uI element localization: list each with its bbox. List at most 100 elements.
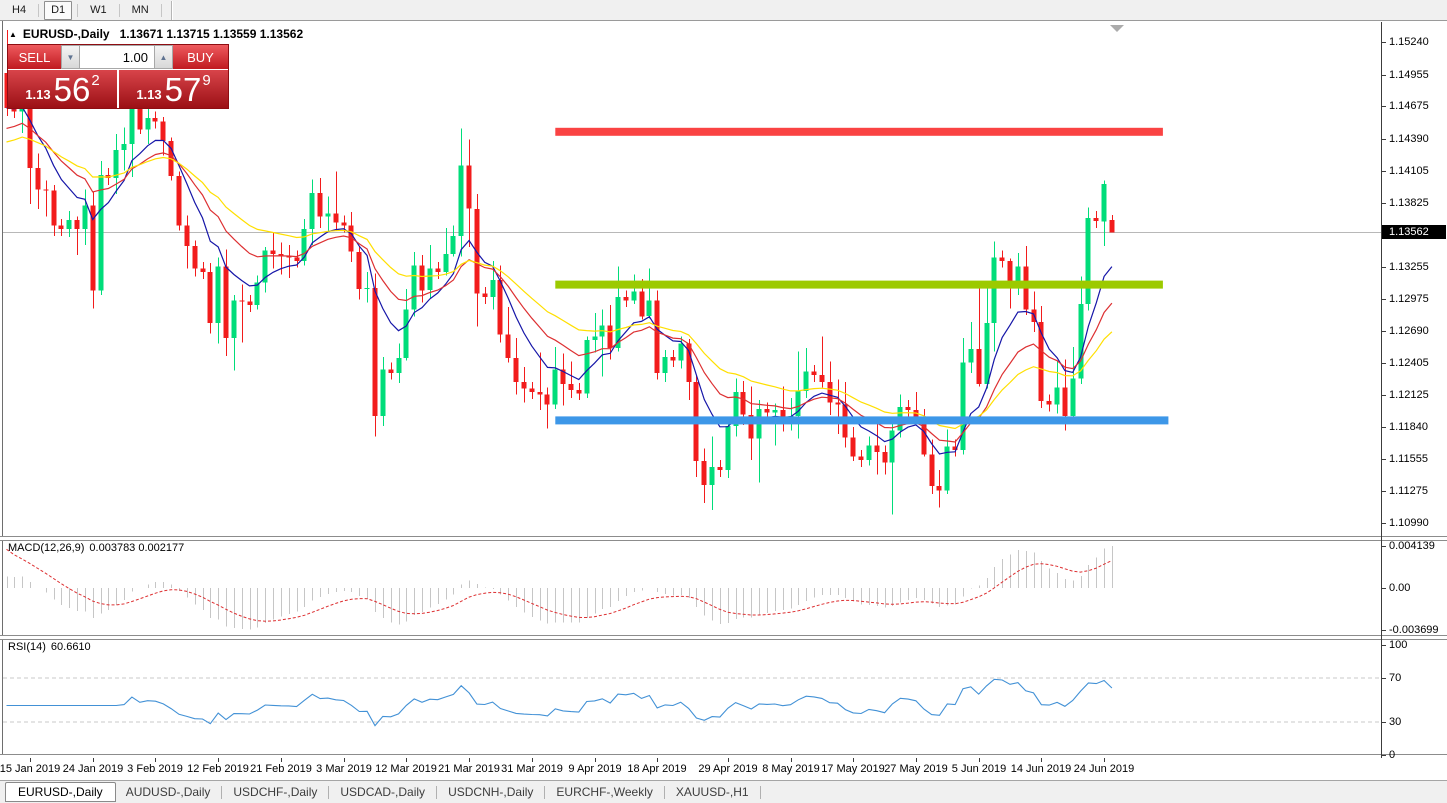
macd-label: MACD(12,26,9) 0.003783 0.002177 [8, 542, 185, 554]
candle-body [66, 220, 72, 230]
date-tick [916, 758, 917, 762]
chart-tab-eurchf-weekly[interactable]: EURCHF-,Weekly [546, 783, 662, 802]
timeframe-toolbar: H4 D1 W1 MN [0, 0, 1447, 21]
candle-body [709, 466, 715, 485]
candle-body [882, 452, 888, 463]
candle-body [372, 288, 378, 416]
candle-body [497, 280, 503, 335]
candle-body [325, 213, 331, 217]
volume-increase-button[interactable]: ▲ [154, 45, 173, 69]
timeframe-button-d1[interactable]: D1 [44, 0, 73, 20]
candle-body [701, 461, 707, 485]
candle-body [592, 336, 598, 341]
macd-panel-splitter[interactable] [0, 536, 1447, 541]
rsi-axis-label: 100 [1381, 639, 1408, 651]
candle-body [474, 208, 480, 294]
volume-input[interactable] [80, 46, 154, 68]
tab-separator [221, 785, 223, 799]
candle-body [803, 371, 809, 391]
candle-body [936, 486, 942, 491]
hline-pivot-olive[interactable] [555, 280, 1163, 289]
chart-tab-usdchf-daily[interactable]: USDCHF-,Daily [223, 783, 327, 802]
candle-body [1062, 387, 1068, 416]
chart-tab-eurusd-daily[interactable]: EURUSD-,Daily [5, 782, 116, 802]
candle-body [1046, 401, 1052, 405]
candle-body [145, 118, 151, 130]
candle-body [623, 297, 629, 301]
price-axis[interactable]: 1.15240 1.14955 1.14675 1.14390 1.14105 1.138… [1381, 0, 1447, 780]
date-tick [979, 758, 980, 762]
hline-resistance-red[interactable] [555, 127, 1163, 136]
candle-body [584, 340, 590, 394]
chart-tab-xauusd-h1[interactable]: XAUUSD-,H1 [666, 783, 759, 802]
candle-body [27, 100, 33, 168]
candle-body [858, 456, 864, 460]
price-axis-label: 1.12975 [1382, 293, 1429, 305]
price-axis-label: 1.12125 [1382, 389, 1429, 401]
candle-body [513, 358, 519, 382]
timeframe-button-mn[interactable]: MN [125, 1, 156, 20]
candle-body [435, 268, 441, 273]
candle-body [537, 392, 543, 395]
candle-body [388, 369, 394, 373]
candle-body [568, 384, 574, 390]
candle-body [1015, 266, 1021, 283]
candle-body [646, 300, 652, 317]
price-axis-label: 1.12690 [1382, 325, 1429, 337]
candle-body [764, 409, 770, 413]
price-axis-label: 1.13255 [1382, 261, 1429, 273]
sell-price-display[interactable]: 1.13 56 2 [8, 70, 119, 108]
candle-body [98, 174, 104, 291]
chart-symbol-period: EURUSD-,Daily [22, 27, 110, 41]
candle-body [121, 144, 127, 150]
sell-price-prefix: 1.13 [25, 86, 51, 102]
date-tick [657, 758, 658, 762]
macd-indicator-canvas[interactable] [3, 540, 1381, 636]
date-tick [853, 758, 854, 762]
chart-tab-bar: EURUSD-,Daily AUDUSD-,Daily USDCHF-,Daily U… [0, 780, 1447, 803]
toolbar-groove [170, 0, 173, 20]
candle-body [466, 165, 472, 209]
candle-body [419, 265, 425, 291]
autoscroll-marker-icon [1110, 25, 1124, 32]
chart-tab-usdcad-daily[interactable]: USDCAD-,Daily [330, 783, 435, 802]
candle-body [1007, 260, 1013, 283]
buy-price-display[interactable]: 1.13 57 9 [119, 70, 228, 108]
timeframe-button-w1[interactable]: W1 [83, 1, 114, 20]
candle-body [662, 357, 668, 373]
chart-tab-usdcnh-daily[interactable]: USDCNH-,Daily [438, 783, 543, 802]
candle-body [819, 375, 825, 382]
buy-price-big: 57 [164, 70, 202, 108]
collapse-panel-icon[interactable]: ▲ [9, 30, 17, 39]
candle-body [1109, 220, 1115, 233]
candle-body [113, 149, 119, 179]
candle-body [529, 388, 535, 393]
date-tick [344, 758, 345, 762]
sell-price-big: 56 [53, 70, 91, 108]
toolbar-separator [77, 3, 79, 17]
price-axis-label: 1.14955 [1382, 69, 1429, 81]
rsi-indicator-canvas[interactable] [3, 639, 1381, 755]
date-tick [281, 758, 282, 762]
chart-tab-audusd-daily[interactable]: AUDUSD-,Daily [116, 783, 221, 802]
candle-body [835, 402, 841, 405]
candle-body [607, 325, 613, 348]
candle-body [717, 466, 723, 471]
date-axis[interactable]: 15 Jan 2019 24 Jan 2019 3 Feb 2019 12 Feb 2… [0, 758, 1447, 780]
candle-body [850, 437, 856, 457]
price-axis-label: 1.13825 [1382, 197, 1429, 209]
candle-body [270, 250, 276, 254]
candle-body [874, 445, 880, 453]
candle-body [450, 235, 456, 254]
candle-body [215, 266, 221, 324]
hline-support-blue[interactable] [555, 416, 1169, 425]
volume-decrease-button[interactable]: ▼ [61, 45, 80, 69]
tab-separator [759, 785, 761, 799]
timeframe-button-h4[interactable]: H4 [5, 1, 33, 20]
candle-body [184, 225, 190, 247]
macd-histogram [7, 546, 1113, 630]
candle-body [356, 251, 362, 290]
sell-button[interactable]: SELL [8, 45, 61, 69]
rsi-panel-splitter[interactable] [0, 635, 1447, 640]
buy-button[interactable]: BUY [173, 45, 228, 69]
